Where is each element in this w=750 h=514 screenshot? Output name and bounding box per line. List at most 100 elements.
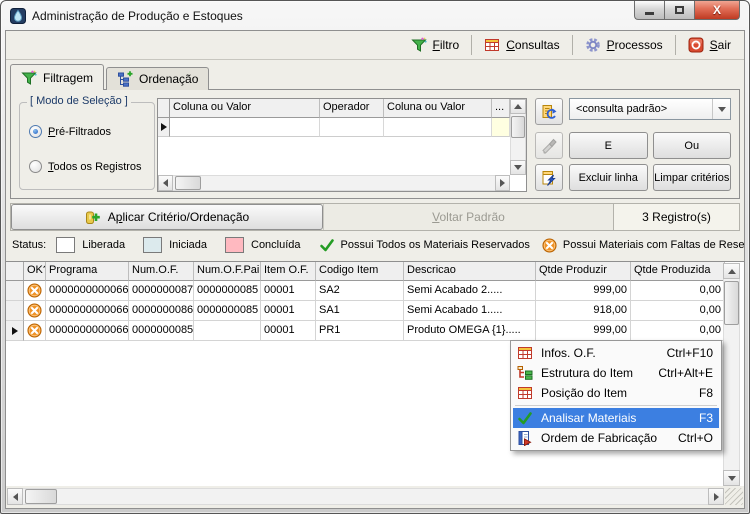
scroll-down-button[interactable] [510, 160, 526, 175]
titlebar[interactable]: Administração de Produção e Estoques X [1, 1, 749, 30]
criteria-column-header[interactable]: Coluna ou Valor [170, 99, 320, 118]
grid-cell[interactable]: 999,00 [536, 281, 631, 301]
toolbar-button-sair[interactable]: Sair [678, 35, 741, 55]
criteria-grid-vscrollbar[interactable] [510, 99, 526, 175]
window-controls: X [634, 1, 740, 20]
grid-cell[interactable]: 0000000085 [194, 281, 261, 301]
row-indicator-header [158, 99, 170, 118]
scrollbar-thumb[interactable] [175, 176, 201, 190]
menu-item-analisar-materiais[interactable]: Analisar MateriaisF3 [513, 408, 719, 428]
column-header-num-o-f[interactable]: Num.O.F. [129, 262, 194, 281]
tab-ordenacao[interactable]: Ordenação [106, 67, 209, 90]
grid-cell[interactable]: 0000000000066 [46, 321, 129, 341]
menu-item-infos-o-f[interactable]: Infos. O.F.Ctrl+F10 [513, 343, 719, 363]
scrollbar-thumb[interactable] [25, 489, 57, 504]
grid-cell[interactable]: 0000000085 [129, 321, 194, 341]
column-header-qtde-produzir[interactable]: Qtde Produzir [536, 262, 631, 281]
minimize-button[interactable] [634, 1, 664, 20]
column-header-codigo-item[interactable]: Codigo Item [316, 262, 404, 281]
grid-cell[interactable] [194, 321, 261, 341]
chevron-down-icon[interactable] [712, 99, 730, 119]
and-button[interactable]: E [569, 132, 648, 159]
copy-criteria-button[interactable] [535, 98, 563, 125]
column-header-qtde-produzida[interactable]: Qtde Produzida [631, 262, 725, 281]
restore-default-button[interactable]: Voltar Padrão [323, 204, 613, 230]
toolbar-button-filtro[interactable]: Filtro [401, 35, 470, 55]
missing-materials-icon [542, 238, 557, 253]
grid-cell[interactable]: Produto OMEGA {1}..... [404, 321, 536, 341]
edit-criteria-button[interactable] [535, 164, 563, 191]
column-header-item-o-f[interactable]: Item O.F. [261, 262, 316, 281]
scrollbar-thumb[interactable] [724, 281, 739, 325]
column-header-programa[interactable]: Programa [46, 262, 129, 281]
grid-cell[interactable]: 918,00 [536, 301, 631, 321]
criteria-grid-hscrollbar[interactable] [158, 175, 510, 191]
status-swatch [143, 237, 162, 253]
scroll-up-button[interactable] [723, 263, 740, 279]
record-count: 3 Registro(s) [613, 204, 739, 230]
criteria-grid[interactable]: Coluna ou ValorOperadorColuna ou Valor..… [157, 98, 527, 192]
grid-cell[interactable]: 0000000087 [129, 281, 194, 301]
orders-grid-hscrollbar[interactable] [7, 488, 724, 505]
clear-criteria-button[interactable]: Limpar critérios [653, 164, 732, 191]
legend-item-iniciada: Iniciada [143, 237, 207, 253]
delete-row-button[interactable]: Excluir linha [569, 164, 648, 191]
table-row[interactable]: 00000000000660000000085 00001PR1Produto O… [6, 321, 744, 341]
criteria-column-header[interactable]: Coluna ou Valor [384, 99, 492, 118]
grid-cell[interactable]: 0000000000066 [46, 281, 129, 301]
column-header-descricao[interactable]: Descricao [404, 262, 536, 281]
radio-pre-filtrados[interactable]: Pré-Filtrados [29, 125, 111, 138]
grid-cell[interactable]: 0,00 [631, 301, 725, 321]
grid-cell[interactable]: SA1 [316, 301, 404, 321]
toolbar-separator [675, 35, 676, 55]
grid-cell[interactable]: Semi Acabado 2..... [404, 281, 536, 301]
missing-materials-icon [27, 323, 42, 338]
orders-grid-vscrollbar[interactable] [723, 263, 740, 486]
grid-cell[interactable]: 00001 [261, 321, 316, 341]
row-pointer-icon [161, 123, 167, 131]
apply-criteria-button[interactable]: Aplicar Critério/Ordenação [11, 204, 323, 230]
criteria-column-header[interactable]: ... [492, 99, 510, 118]
scroll-down-button[interactable] [723, 470, 740, 486]
table-row[interactable]: 00000000000660000000087000000008500001SA… [6, 281, 744, 301]
grid-cell[interactable]: 999,00 [536, 321, 631, 341]
grid-cell[interactable]: PR1 [316, 321, 404, 341]
menu-item-estrutura-do-item[interactable]: Estrutura do ItemCtrl+Alt+E [513, 363, 719, 383]
grid-cell[interactable]: SA2 [316, 281, 404, 301]
grid-cell[interactable]: 0,00 [631, 321, 725, 341]
grid-cell[interactable]: 00001 [261, 301, 316, 321]
toolbar-button-consultas[interactable]: Consultas [474, 35, 569, 55]
grid-cell[interactable]: 0000000000066 [46, 301, 129, 321]
or-button[interactable]: Ou [653, 132, 732, 159]
toolbar-button-processos[interactable]: Processos [575, 35, 673, 55]
scroll-up-button[interactable] [510, 99, 526, 114]
resize-grip[interactable] [725, 488, 743, 505]
column-header-num-o-f-pai[interactable]: Num.O.F.Pai [194, 262, 261, 281]
grid-cell[interactable]: 0000000085 [194, 301, 261, 321]
toolbar-button-label: Sair [710, 38, 731, 52]
scrollbar-thumb[interactable] [511, 116, 525, 138]
grid-cell[interactable]: Semi Acabado 1..... [404, 301, 536, 321]
radio-todos-os-registros[interactable]: Todos os Registros [29, 160, 142, 173]
grid-cell[interactable]: 0000000086 [129, 301, 194, 321]
grid-cell[interactable]: 00001 [261, 281, 316, 301]
menu-item-ordem-de-fabricacao[interactable]: Ordem de FabricaçãoCtrl+O [513, 428, 719, 448]
scroll-left-button[interactable] [158, 175, 173, 191]
grid-cell[interactable]: 0,00 [631, 281, 725, 301]
table-row[interactable]: 00000000000660000000086000000008500001SA… [6, 301, 744, 321]
scroll-right-button[interactable] [708, 488, 724, 505]
criteria-cell[interactable] [170, 118, 320, 137]
close-button[interactable]: X [694, 1, 740, 20]
menu-item-posicao-do-item[interactable]: Posição do ItemF8 [513, 383, 719, 403]
criteria-cell[interactable] [320, 118, 384, 137]
tab-filtragem[interactable]: Filtragem [10, 64, 104, 90]
clear-brush-button[interactable] [535, 132, 563, 159]
criteria-cell[interactable] [384, 118, 492, 137]
criteria-column-header[interactable]: Operador [320, 99, 384, 118]
scroll-right-button[interactable] [495, 175, 510, 191]
maximize-button[interactable] [664, 1, 694, 20]
scroll-left-button[interactable] [7, 488, 23, 505]
column-header-ok[interactable]: OK? [24, 262, 46, 281]
saved-query-select[interactable]: <consulta padrão> [569, 98, 731, 120]
criteria-cell[interactable] [492, 118, 510, 137]
